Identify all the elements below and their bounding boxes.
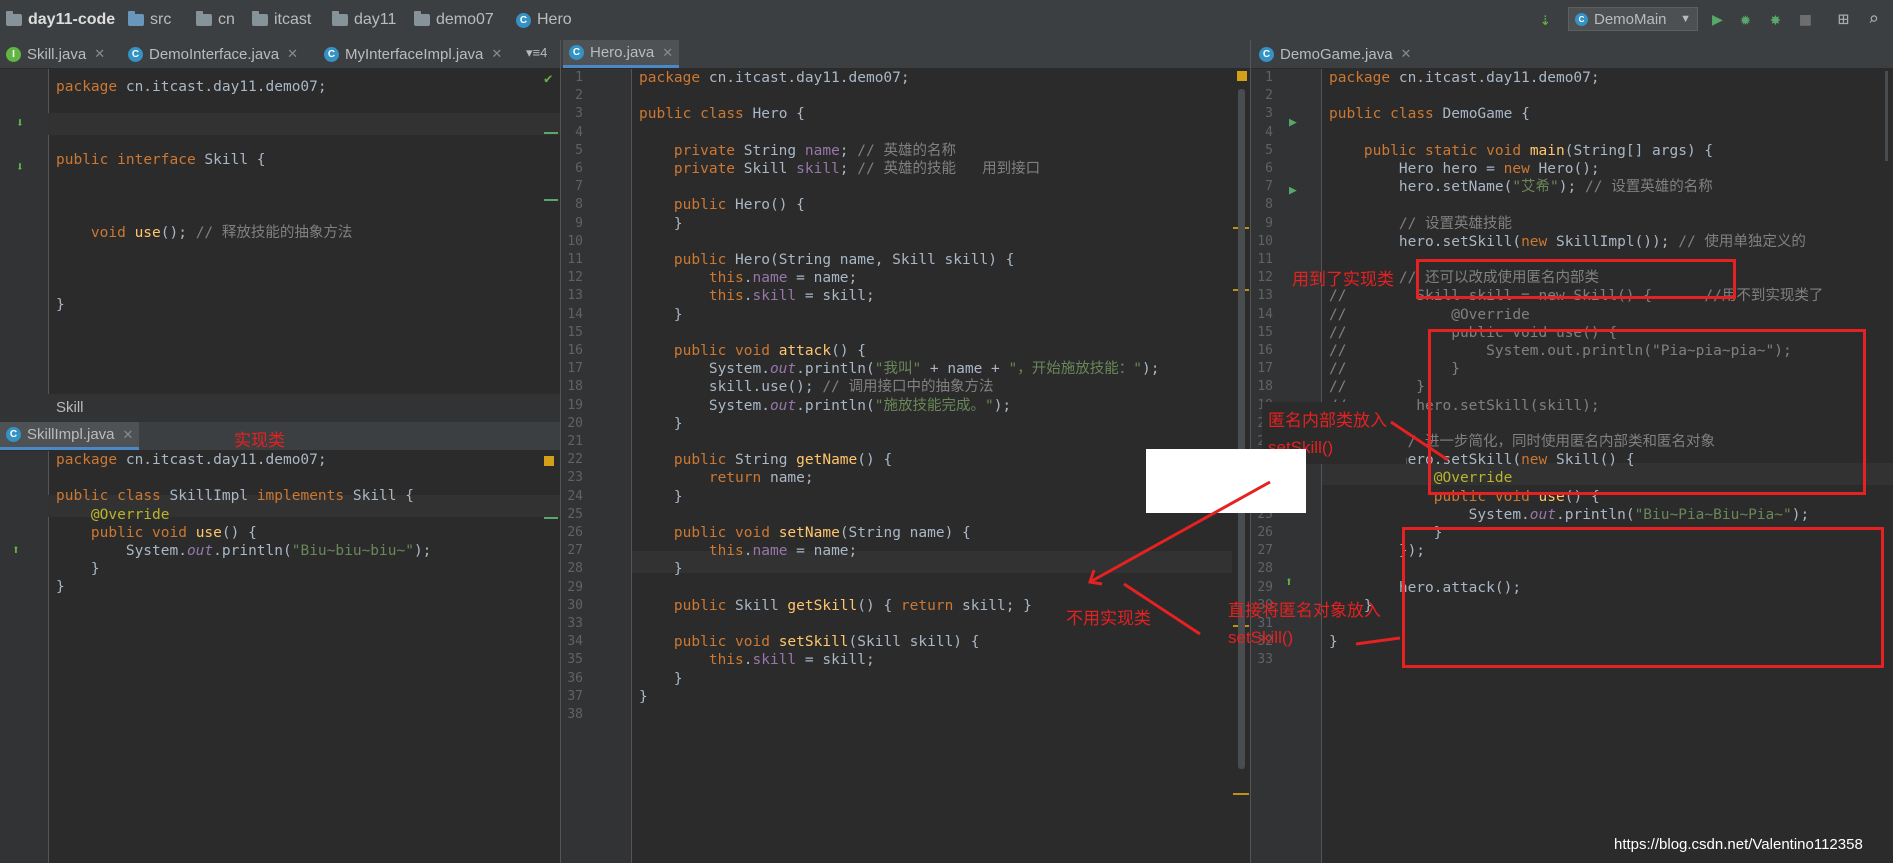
annotation-arrows [1088,420,1449,646]
arrow-line [1355,636,1401,646]
arrow-line [1123,582,1201,636]
arrow-line [1089,480,1271,584]
arrow-line [1390,420,1449,462]
watermark: https://blog.csdn.net/Valentino112358 [1614,836,1863,853]
